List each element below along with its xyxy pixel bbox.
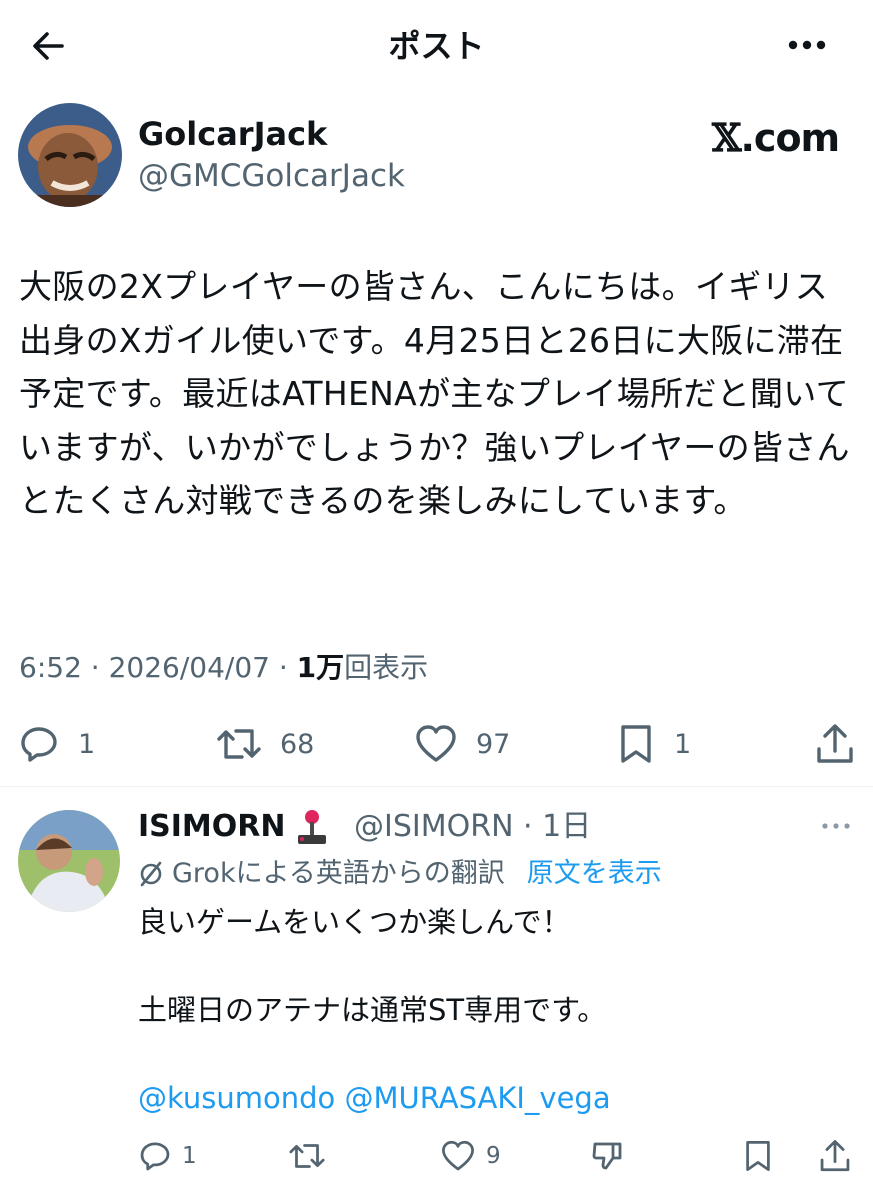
- joystick-badge: [292, 808, 332, 848]
- reply-text-line: 土曜日のアテナは通常ST専用です。: [138, 993, 607, 1027]
- bookmark-action[interactable]: 1: [616, 722, 691, 766]
- reply-like-count: 9: [486, 1143, 501, 1169]
- reply-reply-action[interactable]: 1: [138, 1136, 197, 1176]
- post-body: 大阪の2Xプレイヤーの皆さん、こんにちは。イギリス出身のXガイル使いです。4月2…: [19, 267, 850, 520]
- repost-action[interactable]: 68: [216, 722, 314, 766]
- reply-reply-count: 1: [182, 1143, 197, 1169]
- reply-body: 良いゲームをいくつか楽しんで！ 土曜日のアテナは通常ST専用です。 @kusum…: [138, 900, 848, 1120]
- reply-icon: [140, 1142, 170, 1171]
- reply-text-line: 良いゲームをいくつか楽しんで！: [138, 905, 571, 939]
- author-display-name[interactable]: GolcarJack: [138, 114, 327, 154]
- show-original-link[interactable]: 原文を表示: [527, 854, 662, 894]
- reply-more-button[interactable]: [820, 816, 852, 836]
- mention-link[interactable]: @kusumondo: [138, 1081, 335, 1115]
- author-avatar[interactable]: [18, 103, 122, 207]
- heart-icon: [416, 725, 456, 762]
- share-icon: [820, 1140, 850, 1172]
- repost-icon: [289, 1144, 325, 1168]
- repost-count: 68: [280, 728, 315, 760]
- author-handle[interactable]: @GMCGolcarJack: [138, 156, 405, 196]
- more-horizontal-icon: [822, 823, 850, 829]
- share-action[interactable]: [814, 722, 856, 766]
- bookmark-icon: [746, 1141, 770, 1171]
- bookmark-count: 1: [674, 728, 692, 760]
- reply-display-name[interactable]: ISIMORN: [138, 806, 286, 848]
- translation-bar: Grokによる英語からの翻訳 原文を表示: [138, 854, 662, 894]
- share-icon: [817, 724, 853, 763]
- page-title: ポスト: [388, 27, 485, 65]
- reply-share-action[interactable]: [818, 1136, 852, 1176]
- mention-link[interactable]: @MURASAKI_vega: [345, 1081, 611, 1115]
- repost-icon: [217, 729, 261, 759]
- view-count: 1万: [296, 651, 345, 684]
- heart-icon: [442, 1140, 474, 1171]
- more-options-button[interactable]: [782, 30, 832, 60]
- bookmark-icon: [621, 725, 651, 763]
- reply-action[interactable]: 1: [18, 722, 95, 766]
- x-watermark: 𝕏.com: [712, 115, 840, 161]
- like-count: 97: [476, 728, 511, 760]
- x-watermark-domain: .com: [740, 116, 840, 160]
- reply-downvote-action[interactable]: [590, 1136, 626, 1176]
- more-horizontal-icon: [788, 40, 826, 50]
- post-timestamp[interactable]: 6:52 · 2026/04/07 ·: [19, 651, 297, 684]
- reply-handle-time[interactable]: @ISIMORN · 1日: [354, 806, 591, 848]
- grok-icon: [140, 861, 162, 887]
- reply-repost-action[interactable]: [288, 1136, 326, 1176]
- reply-author-avatar[interactable]: [18, 810, 120, 912]
- joystick-icon: [298, 810, 326, 844]
- reply-icon: [21, 727, 57, 762]
- views-label: 回表示: [344, 651, 429, 684]
- post-meta: 6:52 · 2026/04/07 · 1万回表示: [19, 648, 428, 688]
- reply-mentions: @kusumondo @MURASAKI_vega: [138, 1076, 848, 1120]
- translation-note: Grokによる英語からの翻訳: [172, 858, 505, 889]
- like-action[interactable]: 97: [414, 722, 510, 766]
- divider: [0, 786, 873, 787]
- x-logo-icon: 𝕏: [712, 115, 742, 160]
- thumbs-down-icon: [592, 1142, 622, 1170]
- reply-like-action[interactable]: 9: [440, 1136, 501, 1176]
- reply-count: 1: [78, 728, 96, 760]
- reply-bookmark-action[interactable]: [742, 1136, 774, 1176]
